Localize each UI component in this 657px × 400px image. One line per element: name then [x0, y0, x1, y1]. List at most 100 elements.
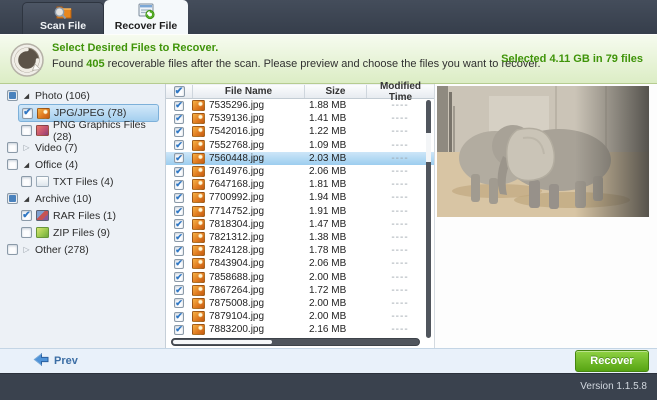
tree-item-archive-10[interactable]: ◢Archive (10) [4, 190, 159, 207]
tree-checkbox[interactable]: ✔ [22, 108, 33, 119]
tree-item-rar-files-1[interactable]: ✔RAR Files (1) [18, 207, 159, 224]
tree-checkbox[interactable]: ✔ [21, 210, 32, 221]
jpg-file-icon [192, 140, 205, 151]
expand-icon[interactable]: ▷ [22, 245, 31, 254]
table-row-7858688-jpg[interactable]: ✔7858688.jpg2.00 MB---- [166, 270, 434, 283]
modified-time: ---- [366, 153, 434, 164]
table-row-7535296-jpg[interactable]: ✔7535296.jpg1.88 MB---- [166, 99, 434, 112]
tree-item-txt-files-4[interactable]: TXT Files (4) [18, 173, 159, 190]
file-name: 7535296.jpg [209, 100, 264, 111]
row-checkbox-cell: ✔ [166, 259, 192, 269]
file-name: 7821312.jpg [209, 232, 264, 243]
row-checkbox[interactable]: ✔ [174, 232, 184, 242]
row-checkbox-cell: ✔ [166, 101, 192, 111]
vertical-scrollbar[interactable] [426, 100, 431, 338]
row-checkbox[interactable]: ✔ [174, 101, 184, 111]
tree-item-office-4[interactable]: ◢Office (4) [4, 156, 159, 173]
tree-item-other-278[interactable]: ▷ Other (278) [4, 241, 159, 258]
table-row-7539136-jpg[interactable]: ✔7539136.jpg1.41 MB---- [166, 112, 434, 125]
table-row-7818304-jpg[interactable]: ✔7818304.jpg1.47 MB---- [166, 218, 434, 231]
tree-item-png-graphics-files-28[interactable]: PNG Graphics Files (28) [18, 122, 159, 139]
prev-arrow-icon [33, 353, 49, 369]
row-checkbox[interactable]: ✔ [174, 272, 184, 282]
horizontal-scrollbar[interactable] [171, 338, 420, 346]
table-row-7560448-jpg[interactable]: ✔7560448.jpg2.03 MB---- [166, 152, 434, 165]
row-checkbox[interactable]: ✔ [174, 153, 184, 163]
file-name: 7542016.jpg [209, 126, 264, 137]
row-checkbox-cell: ✔ [166, 272, 192, 282]
row-checkbox[interactable]: ✔ [174, 206, 184, 216]
table-row-7542016-jpg[interactable]: ✔7542016.jpg1.22 MB---- [166, 125, 434, 138]
tab-recover-file[interactable]: Recover File [104, 0, 188, 34]
table-row-7647168-jpg[interactable]: ✔7647168.jpg1.81 MB---- [166, 178, 434, 191]
column-header-size[interactable]: Size [304, 85, 366, 98]
modified-time: ---- [366, 126, 434, 137]
table-header: ✔ File Name Size Modified Time [166, 84, 434, 99]
tree-checkbox[interactable] [7, 244, 18, 255]
file-size: 2.00 MB [304, 311, 366, 322]
tree-checkbox[interactable] [7, 193, 18, 204]
row-checkbox[interactable]: ✔ [174, 193, 184, 203]
jpg-file-icon [192, 285, 205, 296]
row-checkbox[interactable]: ✔ [174, 114, 184, 124]
row-checkbox[interactable]: ✔ [174, 285, 184, 295]
jpg-file-icon [192, 126, 205, 137]
select-all-checkbox[interactable]: ✔ [174, 86, 185, 97]
table-row-7875008-jpg[interactable]: ✔7875008.jpg2.00 MB---- [166, 297, 434, 310]
row-checkbox-cell: ✔ [166, 246, 192, 256]
tree-checkbox[interactable] [21, 227, 32, 238]
collapse-icon[interactable]: ◢ [22, 195, 31, 203]
modified-time: ---- [366, 258, 434, 269]
tree-item-label: Other (278) [35, 244, 89, 256]
expand-icon[interactable]: ▷ [22, 143, 31, 152]
table-row-7614976-jpg[interactable]: ✔7614976.jpg2.06 MB---- [166, 165, 434, 178]
table-row-7714752-jpg[interactable]: ✔7714752.jpg1.91 MB---- [166, 205, 434, 218]
table-row-7879104-jpg[interactable]: ✔7879104.jpg2.00 MB---- [166, 310, 434, 323]
jpg-file-icon [192, 206, 205, 217]
tree-checkbox[interactable] [7, 142, 18, 153]
row-checkbox[interactable]: ✔ [174, 180, 184, 190]
jpg-file-icon [192, 245, 205, 256]
table-row-7843904-jpg[interactable]: ✔7843904.jpg2.06 MB---- [166, 257, 434, 270]
recover-button[interactable]: Recover [575, 350, 649, 372]
prev-button[interactable]: Prev [33, 353, 78, 369]
tree-checkbox[interactable] [21, 125, 32, 136]
table-row-7883200-jpg[interactable]: ✔7883200.jpg2.16 MB---- [166, 323, 434, 336]
tab-scan-file[interactable]: Scan File [22, 2, 104, 34]
collapse-icon[interactable]: ◢ [22, 92, 31, 100]
row-checkbox[interactable]: ✔ [174, 325, 184, 335]
file-size: 1.72 MB [304, 285, 366, 296]
row-checkbox-cell: ✔ [166, 298, 192, 308]
row-checkbox[interactable]: ✔ [174, 312, 184, 322]
tree-item-label: Video (7) [35, 142, 77, 154]
collapse-icon[interactable]: ◢ [22, 161, 31, 169]
row-checkbox[interactable]: ✔ [174, 298, 184, 308]
column-header-file-name[interactable]: File Name [192, 85, 304, 98]
row-checkbox[interactable]: ✔ [174, 167, 184, 177]
tree-item-zip-files-9[interactable]: ZIP Files (9) [18, 224, 159, 241]
tree-checkbox[interactable] [21, 176, 32, 187]
tree-checkbox[interactable] [7, 90, 18, 101]
horizontal-scrollbar-thumb[interactable] [173, 340, 272, 344]
tree-item-photo-106[interactable]: ◢Photo (106) [4, 87, 159, 104]
row-checkbox[interactable]: ✔ [174, 259, 184, 269]
row-checkbox[interactable]: ✔ [174, 246, 184, 256]
row-checkbox[interactable]: ✔ [174, 219, 184, 229]
recover-file-icon [136, 3, 156, 20]
table-row-7821312-jpg[interactable]: ✔7821312.jpg1.38 MB---- [166, 231, 434, 244]
row-checkbox-cell: ✔ [166, 180, 192, 190]
jpg-file-icon [192, 311, 205, 322]
modified-time: ---- [366, 285, 434, 296]
row-checkbox[interactable]: ✔ [174, 127, 184, 137]
table-row-7552768-jpg[interactable]: ✔7552768.jpg1.09 MB---- [166, 139, 434, 152]
file-name-cell: 7700992.jpg [192, 192, 304, 203]
row-checkbox-cell: ✔ [166, 285, 192, 295]
tree-checkbox[interactable] [7, 159, 18, 170]
table-row-7867264-jpg[interactable]: ✔7867264.jpg1.72 MB---- [166, 284, 434, 297]
column-header-modified-time[interactable]: Modified Time [366, 85, 434, 98]
table-row-7700992-jpg[interactable]: ✔7700992.jpg1.94 MB---- [166, 191, 434, 204]
preview-pane [434, 84, 657, 348]
row-checkbox[interactable]: ✔ [174, 140, 184, 150]
vertical-scrollbar-thumb[interactable] [426, 133, 431, 162]
table-row-7824128-jpg[interactable]: ✔7824128.jpg1.78 MB---- [166, 244, 434, 257]
